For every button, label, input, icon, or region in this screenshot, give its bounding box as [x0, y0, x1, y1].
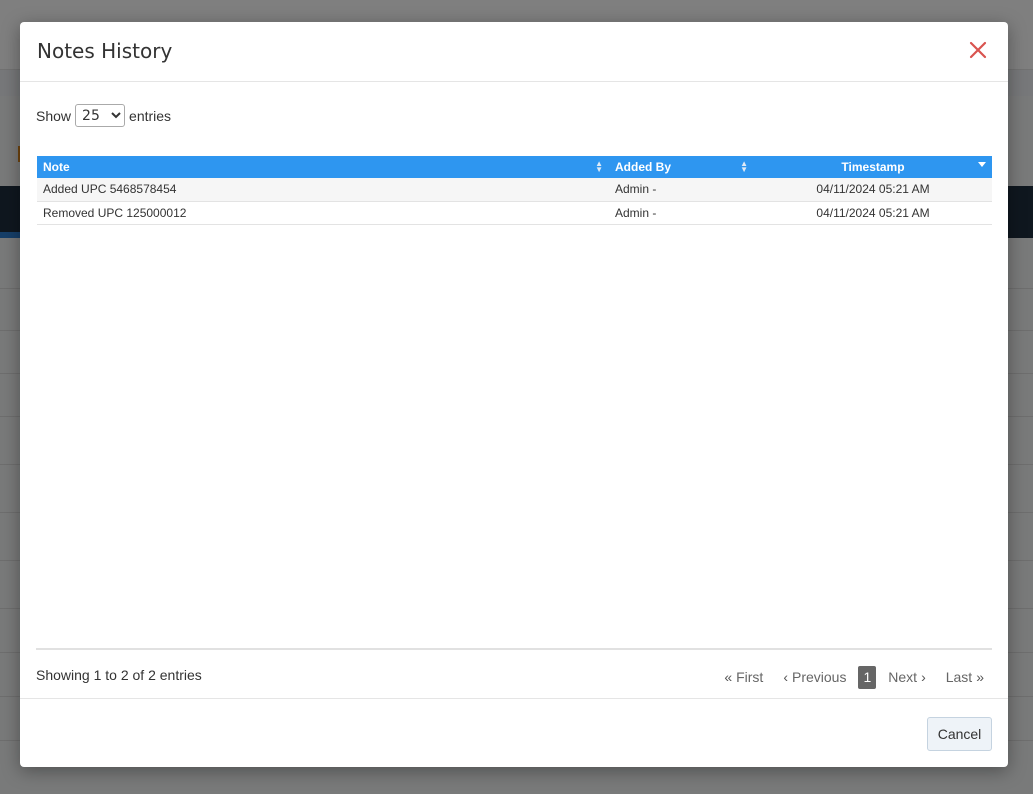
table-info: Showing 1 to 2 of 2 entries [36, 667, 202, 683]
column-header-note[interactable]: Note ▲ ▼ [37, 156, 609, 178]
double-chevron-right-icon: » [976, 669, 984, 685]
pagination-current-page[interactable]: 1 [858, 665, 877, 689]
close-button[interactable] [968, 40, 988, 60]
length-prefix: Show [36, 107, 72, 124]
cell-timestamp: 04/11/2024 05:21 AM [754, 201, 992, 225]
column-header-added-by[interactable]: Added By ▲ ▼ [609, 156, 754, 178]
pagination-first-label: First [736, 669, 764, 685]
table-header-row: Note ▲ ▼ Added By ▲ ▼ Timestamp [37, 156, 992, 178]
column-header-timestamp[interactable]: Timestamp [754, 156, 992, 178]
cancel-button[interactable]: Cancel [927, 717, 992, 751]
table-row: Removed UPC 125000012 Admin - 04/11/2024… [37, 201, 992, 225]
table-row: Added UPC 5468578454 Admin - 04/11/2024 … [37, 178, 992, 202]
chevron-right-icon: › [921, 669, 926, 685]
modal-title: Notes History [37, 39, 173, 63]
modal-footer: Cancel [20, 698, 1008, 767]
cell-note: Removed UPC 125000012 [37, 201, 609, 225]
close-icon [969, 41, 987, 59]
entries-per-page-select[interactable]: 25 [75, 104, 126, 127]
sort-both-icon: ▲ ▼ [595, 159, 603, 174]
cell-added-by: Admin - [609, 201, 754, 225]
pagination-last[interactable]: Last » [938, 665, 996, 689]
table-bottom-divider [36, 648, 992, 650]
length-suffix: entries [129, 107, 172, 124]
cell-timestamp: 04/11/2024 05:21 AM [754, 178, 992, 202]
notes-history-modal: Notes History Show 25 entries Note ▲ ▼ A… [20, 22, 1008, 767]
cell-note: Added UPC 5468578454 [37, 178, 609, 202]
double-chevron-left-icon: « [724, 669, 733, 685]
pagination-next[interactable]: Next › [880, 665, 937, 689]
sort-both-icon: ▲ ▼ [740, 159, 748, 174]
chevron-left-icon: ‹ [783, 669, 788, 685]
entries-length-control: Show 25 entries [36, 104, 171, 127]
pagination-first[interactable]: « First [712, 665, 771, 689]
notes-table: Note ▲ ▼ Added By ▲ ▼ Timestamp Added UPC … [37, 156, 992, 225]
pagination-previous-label: Previous [792, 669, 847, 685]
column-header-label: Note [43, 160, 70, 174]
pagination-previous[interactable]: ‹ Previous [771, 665, 854, 689]
pagination-next-label: Next [888, 669, 918, 685]
column-header-label: Added By [615, 160, 672, 174]
pagination: « First ‹ Previous 1 Next › Last » [712, 665, 996, 689]
sort-desc-icon [978, 162, 986, 167]
modal-body: Show 25 entries Note ▲ ▼ Added By ▲ ▼ Ti… [20, 83, 1008, 698]
column-header-label: Timestamp [841, 160, 905, 174]
modal-header: Notes History [20, 22, 1008, 82]
pagination-last-label: Last [945, 669, 973, 685]
cell-added-by: Admin - [609, 178, 754, 202]
